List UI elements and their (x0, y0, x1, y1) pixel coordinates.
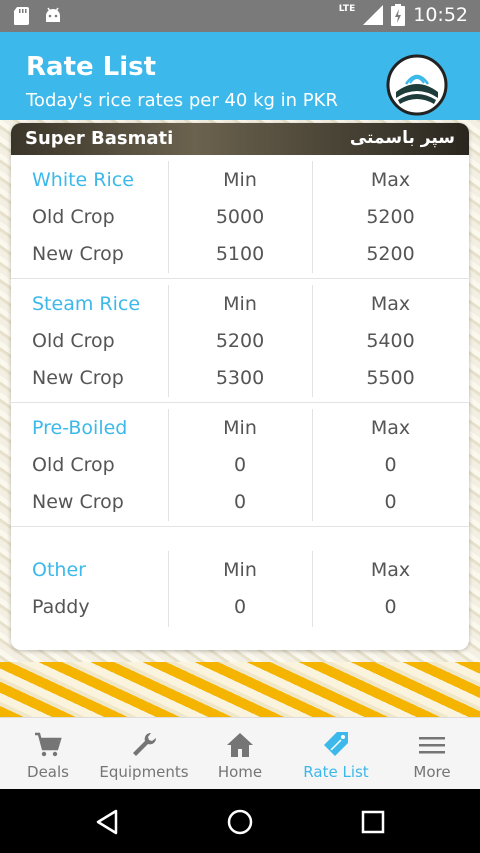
table-row: Old Crop 0 0 (11, 446, 469, 483)
system-nav-bar (0, 789, 480, 853)
rice-banner-image[interactable] (0, 662, 480, 717)
max-value: 5200 (366, 205, 415, 228)
rate-card: Super Basmati سپر باسمتی White Rice Min … (11, 123, 469, 650)
max-header: Max (370, 292, 411, 315)
category-label: Other (32, 558, 86, 581)
table-row: Old Crop 5000 5200 (11, 198, 469, 235)
signal-icon (363, 5, 384, 25)
network-type: LTE (338, 4, 356, 14)
card-header: Super Basmati سپر باسمتی (11, 123, 469, 155)
section-header-row: White Rice Min Max (11, 161, 469, 198)
table-row: New Crop 5100 5200 (11, 235, 469, 272)
max-value: 0 (384, 453, 397, 476)
back-icon[interactable] (92, 807, 122, 837)
max-value: 5500 (366, 366, 415, 389)
android-icon (46, 7, 60, 22)
sd-card-icon (14, 7, 29, 25)
nav-item-more[interactable]: More (384, 718, 480, 789)
tag-icon (324, 732, 348, 756)
bottom-nav: Deals Equipments Home Rate List More (0, 717, 480, 789)
table-row: New Crop 5300 5500 (11, 359, 469, 396)
table-row: New Crop 0 0 (11, 483, 469, 520)
rate-section-other: Other Min Max Paddy 0 0 (11, 527, 469, 649)
crop-label: New Crop (32, 366, 124, 389)
page-subtitle: Today's rice rates per 40 kg in PKR (26, 90, 338, 111)
home-icon (227, 733, 253, 757)
card-title: Super Basmati (25, 128, 174, 149)
menu-icon (419, 737, 445, 754)
min-header: Min (223, 292, 257, 315)
min-value: 0 (233, 490, 247, 513)
max-value: 5400 (366, 329, 415, 352)
nav-label: Rate List (303, 763, 369, 781)
card-title-urdu: سپر باسمتی (349, 128, 455, 148)
max-header: Max (370, 168, 411, 191)
nav-item-deals[interactable]: Deals (0, 718, 96, 789)
crop-label: Paddy (32, 595, 90, 618)
category-label: Steam Rice (32, 292, 141, 315)
rate-section-pre-boiled: Pre-Boiled Min Max Old Crop 0 0 New Crop… (11, 403, 469, 527)
min-header: Min (223, 168, 257, 191)
crop-label: Old Crop (32, 205, 115, 228)
table-row: Paddy 0 0 (11, 588, 469, 625)
min-value: 5000 (215, 205, 265, 228)
app-logo (386, 54, 448, 116)
section-header-row: Other Min Max (11, 551, 469, 588)
nav-label: Home (217, 763, 263, 781)
nav-item-home[interactable]: Home (192, 718, 288, 789)
rate-section-steam-rice: Steam Rice Min Max Old Crop 5200 5400 Ne… (11, 279, 469, 403)
min-value: 5300 (215, 366, 265, 389)
crop-label: Old Crop (32, 329, 115, 352)
min-value: 0 (233, 595, 247, 618)
nav-item-equipments[interactable]: Equipments (96, 718, 192, 789)
section-header-row: Pre-Boiled Min Max (11, 409, 469, 446)
table-row: Old Crop 5200 5400 (11, 322, 469, 359)
recents-icon[interactable] (358, 807, 388, 837)
nav-label: Deals (27, 763, 69, 781)
max-value: 0 (384, 595, 397, 618)
status-bar: LTE 10:52 (0, 0, 480, 32)
crop-label: New Crop (32, 242, 124, 265)
rate-section-white-rice: White Rice Min Max Old Crop 5000 5200 Ne… (11, 155, 469, 279)
home-circle-icon[interactable] (225, 807, 255, 837)
max-header: Max (370, 558, 411, 581)
app-header: Rate List Today's rice rates per 40 kg i… (0, 32, 480, 120)
min-value: 5100 (215, 242, 265, 265)
clock: 10:52 (413, 4, 468, 26)
battery-icon (391, 4, 406, 26)
min-value: 5200 (215, 329, 265, 352)
page-title: Rate List (26, 52, 157, 82)
min-header: Min (223, 558, 257, 581)
crop-label: New Crop (32, 490, 124, 513)
category-label: White Rice (32, 168, 134, 191)
max-header: Max (370, 416, 411, 439)
section-header-row: Steam Rice Min Max (11, 285, 469, 322)
max-value: 5200 (366, 242, 415, 265)
category-label: Pre-Boiled (32, 416, 128, 439)
wrench-icon (133, 732, 157, 756)
min-value: 0 (233, 453, 247, 476)
crop-label: Old Crop (32, 453, 115, 476)
max-value: 0 (384, 490, 397, 513)
nav-item-rate-list[interactable]: Rate List (288, 718, 384, 789)
nav-label: More (413, 763, 451, 781)
cart-icon (35, 732, 62, 757)
min-header: Min (223, 416, 257, 439)
nav-label: Equipments (99, 763, 189, 781)
